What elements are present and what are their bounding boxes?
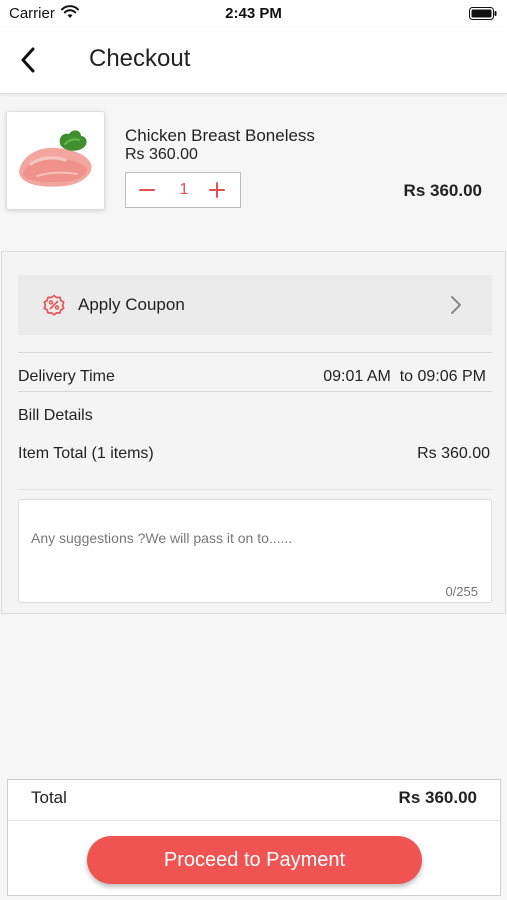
- status-bar: Carrier 2:43 PM: [0, 0, 507, 28]
- quantity-stepper: 1: [125, 172, 241, 208]
- clock: 2:43 PM: [225, 5, 282, 22]
- divider: [18, 352, 492, 353]
- suggestions-field: 0/255: [18, 499, 492, 603]
- header: Checkout: [0, 28, 507, 94]
- delivery-time-value: 09:01 AM to 09:06 PM: [323, 368, 486, 385]
- divider: [18, 489, 492, 490]
- product-name: Chicken Breast Boneless: [125, 126, 315, 145]
- apply-coupon-button[interactable]: Apply Coupon: [18, 275, 492, 335]
- chevron-right-icon: [451, 296, 461, 314]
- suggestions-input[interactable]: [19, 500, 491, 602]
- total-value: Rs 360.00: [398, 788, 477, 807]
- increase-quantity-button[interactable]: [206, 179, 228, 201]
- chevron-left-icon: [21, 47, 35, 73]
- back-button[interactable]: [12, 44, 44, 76]
- checkout-footer: Total Rs 360.00 Proceed to Payment: [7, 779, 501, 896]
- apply-coupon-label: Apply Coupon: [78, 295, 185, 314]
- divider: [8, 820, 500, 821]
- product-unit-price: Rs 360.00: [125, 146, 198, 163]
- plus-icon: [209, 182, 225, 198]
- item-total-value: Rs 360.00: [417, 445, 490, 462]
- discount-badge-icon: [43, 294, 65, 316]
- total-label: Total: [31, 788, 67, 807]
- proceed-to-payment-button[interactable]: Proceed to Payment: [87, 836, 422, 884]
- line-total: Rs 360.00: [403, 181, 482, 200]
- product-image: [6, 111, 105, 210]
- cart-item: Chicken Breast Boneless Rs 360.00 1 Rs 3…: [0, 100, 507, 235]
- item-total-label: Item Total (1 items): [18, 445, 154, 462]
- chicken-breast-image: [19, 130, 92, 187]
- character-counter: 0/255: [445, 584, 478, 599]
- order-details-card: Apply Coupon Delivery Time 09:01 AM to 0…: [1, 251, 506, 614]
- bill-details-heading: Bill Details: [18, 407, 93, 424]
- battery-icon: [469, 7, 497, 20]
- page-title: Checkout: [89, 45, 191, 72]
- delivery-time-label: Delivery Time: [18, 368, 115, 385]
- divider: [18, 391, 492, 392]
